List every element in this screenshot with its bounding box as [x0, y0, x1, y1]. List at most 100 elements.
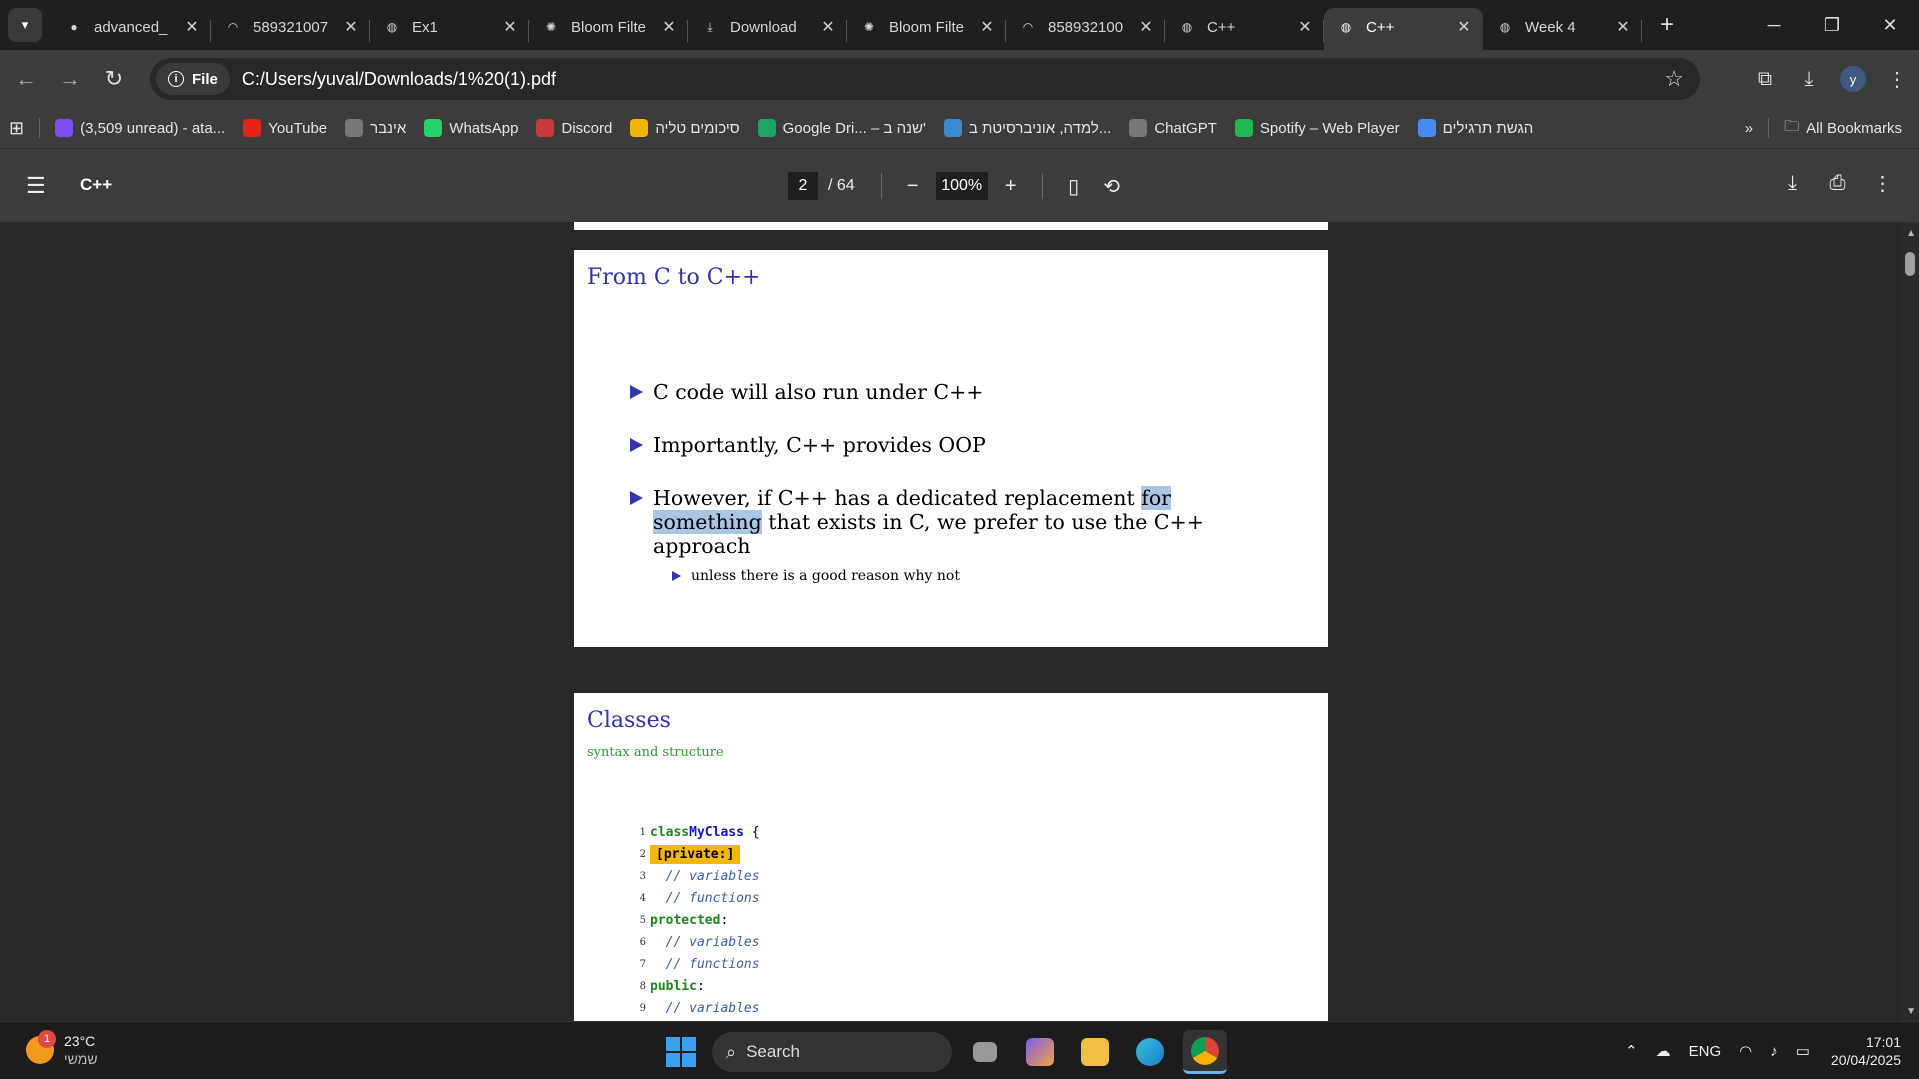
task-view-button[interactable]	[963, 1030, 1007, 1074]
tab-1[interactable]: ● advanced_ ✕	[52, 8, 211, 50]
chrome-button[interactable]	[1183, 1030, 1227, 1074]
tab-6[interactable]: ✺ Bloom Filte ✕	[847, 8, 1006, 50]
restore-button[interactable]: ❐	[1803, 0, 1861, 50]
zoom-out-icon[interactable]: −	[898, 175, 928, 198]
notification-badge: 1	[38, 1030, 56, 1048]
pdf-more-icon[interactable]: ⋮	[1860, 171, 1905, 196]
close-tab-icon[interactable]: ✕	[1296, 17, 1314, 37]
new-tab-button[interactable]: +	[1650, 8, 1684, 42]
close-tab-icon[interactable]: ✕	[183, 17, 201, 37]
menu-kebab-icon[interactable]: ⋮	[1875, 67, 1919, 92]
pdf-viewer[interactable]: From C to C++ C code will also run under…	[0, 222, 1919, 1021]
file-explorer-button[interactable]	[1073, 1030, 1117, 1074]
code-class-name: MyClass	[689, 824, 744, 840]
close-tab-icon[interactable]: ✕	[342, 17, 360, 37]
scroll-up-icon[interactable]: ▲	[1906, 228, 1916, 239]
bookmark-item[interactable]: Spotify – Web Player	[1226, 119, 1409, 137]
close-window-button[interactable]: ✕	[1861, 0, 1919, 50]
bookmark-item[interactable]: Google Dri... – שנה ב'	[749, 119, 935, 137]
start-button[interactable]	[660, 1031, 702, 1073]
clock[interactable]: 17:01 20/04/2025	[1831, 1033, 1901, 1069]
tab-10[interactable]: ◍ Week 4 ✕	[1483, 8, 1642, 50]
code-comment: // variables	[650, 934, 760, 950]
bookmark-label: ChatGPT	[1154, 119, 1217, 137]
rotate-icon[interactable]: ⟲	[1097, 174, 1127, 199]
address-bar[interactable]: i File C:/Users/yuval/Downloads/1%20(1).…	[150, 58, 1700, 100]
pdf-download-icon[interactable]: ⤓	[1770, 171, 1815, 196]
browser-toolbar: ← → ↻ i File C:/Users/yuval/Downloads/1%…	[0, 50, 1919, 108]
apps-grid-button[interactable]: ⊞	[0, 118, 33, 139]
pdf-menu-icon[interactable]: ☰	[26, 173, 46, 199]
bookmark-item[interactable]: למדה, אוניברסיטת ב...	[935, 119, 1121, 137]
page-number-input[interactable]: 2	[788, 172, 818, 200]
url-text[interactable]: C:/Users/yuval/Downloads/1%20(1).pdf	[242, 69, 556, 90]
close-tab-icon[interactable]: ✕	[978, 17, 996, 37]
bookmark-item[interactable]: הגשת תרגילים	[1409, 119, 1543, 137]
tab-3[interactable]: ◍ Ex1 ✕	[370, 8, 529, 50]
tab-2[interactable]: ◠ 589321007 ✕	[211, 8, 370, 50]
taskbar-search[interactable]: ⌕ Search	[712, 1032, 952, 1072]
scrollbar-thumb[interactable]	[1905, 252, 1915, 276]
wifi-icon[interactable]: ◠	[1739, 1042, 1752, 1060]
folder-icon: 🗀	[1784, 117, 1800, 135]
extensions-icon[interactable]: ⧉	[1743, 68, 1787, 91]
code-line: 1 class MyClass {	[634, 821, 760, 843]
divider	[1641, 20, 1642, 42]
all-bookmarks-button[interactable]: 🗀 All Bookmarks	[1775, 116, 1911, 141]
tab-5[interactable]: ⤓ Download ✕	[688, 8, 847, 50]
tab-4[interactable]: ✺ Bloom Filte ✕	[529, 8, 688, 50]
close-tab-icon[interactable]: ✕	[501, 17, 519, 37]
close-tab-icon[interactable]: ✕	[1455, 17, 1473, 37]
close-tab-icon[interactable]: ✕	[660, 17, 678, 37]
scrollbar[interactable]: ▲ ▼	[1901, 222, 1919, 1021]
language-indicator[interactable]: ENG	[1689, 1043, 1722, 1060]
toolbar-actions: ⧉ ⤓ y ⋮	[1743, 50, 1919, 108]
chatgpt-icon: ✺	[863, 20, 875, 34]
bookmark-item[interactable]: WhatsApp	[415, 119, 527, 137]
tab-label: 858932100	[1048, 18, 1124, 36]
scroll-down-icon[interactable]: ▼	[1906, 1006, 1916, 1017]
tab-label: advanced_	[94, 18, 168, 36]
fit-page-icon[interactable]: ▯	[1059, 174, 1089, 199]
bookmark-item[interactable]: ChatGPT	[1120, 119, 1226, 137]
close-tab-icon[interactable]: ✕	[819, 17, 837, 37]
bookmark-item[interactable]: אינבר	[336, 119, 415, 137]
zoom-level-input[interactable]: 100%	[935, 172, 988, 200]
github-icon: ●	[70, 20, 78, 34]
volume-icon[interactable]: ♪	[1770, 1043, 1778, 1060]
tab-8[interactable]: ◍ C++ ✕	[1165, 8, 1324, 50]
reload-button[interactable]: ↻	[96, 61, 132, 97]
bookmark-item[interactable]: סיכומים טליה	[621, 119, 748, 137]
bookmark-item[interactable]: YouTube	[234, 119, 336, 137]
chevron-up-icon[interactable]: ⌃	[1625, 1042, 1638, 1060]
tab-7[interactable]: ◠ 858932100 ✕	[1006, 8, 1165, 50]
back-button[interactable]: ←	[8, 61, 44, 97]
site-info-chip[interactable]: i File	[156, 63, 230, 95]
moodle-icon	[943, 119, 962, 137]
minimize-button[interactable]: ─	[1745, 0, 1803, 50]
copilot-button[interactable]	[1018, 1030, 1062, 1074]
tab-label: Week 4	[1525, 18, 1576, 36]
forward-button[interactable]: →	[52, 61, 88, 97]
close-tab-icon[interactable]: ✕	[1137, 17, 1155, 37]
bookmark-star-icon[interactable]: ☆	[1664, 66, 1684, 92]
spotify-icon	[1234, 119, 1253, 137]
tab-9[interactable]: ◍ C++ ✕	[1324, 8, 1483, 50]
battery-icon[interactable]: ▭	[1796, 1042, 1810, 1060]
weather-widget[interactable]: 1 23°C שמשי	[26, 1030, 98, 1068]
mail-icon	[55, 119, 74, 137]
whatsapp-icon	[424, 119, 443, 137]
bookmarks-overflow-button[interactable]: »	[1736, 120, 1762, 137]
tab-search-button[interactable]: ▾	[8, 8, 42, 42]
close-tab-icon[interactable]: ✕	[1614, 17, 1632, 37]
profile-button[interactable]: y	[1831, 66, 1875, 92]
globe-icon: ◍	[1340, 20, 1352, 34]
edge-button[interactable]	[1128, 1030, 1172, 1074]
print-icon[interactable]: ⎙	[1815, 171, 1860, 196]
bookmark-item[interactable]: Discord	[527, 119, 621, 137]
line-number: 5	[639, 914, 646, 926]
bookmark-item[interactable]: (3,509 unread) - ata...	[46, 119, 234, 137]
downloads-icon[interactable]: ⤓	[1787, 68, 1831, 91]
zoom-in-icon[interactable]: +	[996, 175, 1026, 198]
onedrive-icon[interactable]: ☁	[1656, 1042, 1671, 1060]
